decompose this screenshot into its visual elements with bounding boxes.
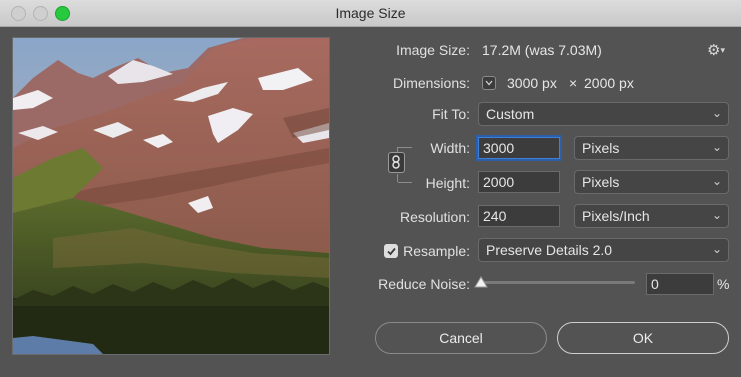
link-icon [392,155,400,169]
dimensions-dropdown-toggle[interactable] [482,76,496,90]
fit-to-select[interactable]: Custom ⌄ [478,102,729,126]
resolution-unit-value: Pixels/Inch [582,208,650,224]
resample-checkbox[interactable] [384,244,398,258]
resolution-label: Resolution: [399,209,470,225]
height-label: Height: [425,175,470,191]
width-field[interactable]: 3000 [478,137,560,159]
chevron-down-icon: ⌄ [711,106,722,120]
reduce-noise-field[interactable]: 0 [646,273,714,295]
landscape-preview-image [13,38,329,354]
fit-to-label: Fit To: [432,106,470,122]
height-field[interactable]: 2000 [478,171,560,193]
chevron-down-icon [485,80,493,86]
resample-value: Preserve Details 2.0 [486,242,613,258]
constrain-proportions-toggle[interactable] [388,152,405,173]
constrain-bracket-bottom [398,182,412,183]
title-bar: Image Size [0,0,741,27]
image-size-label: Image Size: [396,42,470,58]
resample-select[interactable]: Preserve Details 2.0 ⌄ [478,238,729,262]
constrain-bracket-top [398,147,412,148]
checkmark-icon [387,247,396,256]
chevron-down-icon: ⌄ [711,208,722,222]
image-size-dialog: Image Size Image Size: 17.2M (was 7.03M)… [0,0,741,377]
chevron-down-icon: ⌄ [711,242,722,256]
dimensions-height-value: 2000 px [584,75,634,91]
image-preview[interactable] [12,37,330,355]
dimensions-label: Dimensions: [392,75,470,91]
resample-label: Resample: [403,243,470,259]
chevron-down-icon: ⌄ [711,174,722,188]
height-unit-value: Pixels [582,174,620,190]
dimensions-times-sign: × [569,75,578,91]
width-unit-value: Pixels [582,140,620,156]
reduce-noise-slider-thumb[interactable] [474,276,488,288]
constrain-bracket-left-bottom [397,174,398,182]
chevron-down-icon: ⌄ [711,140,722,154]
resolution-field[interactable]: 240 [478,205,560,227]
resolution-unit-select[interactable]: Pixels/Inch ⌄ [574,204,729,228]
gear-icon[interactable]: ⚙▾ [707,41,725,59]
image-size-value: 17.2M (was 7.03M) [482,42,602,58]
reduce-noise-slider-track[interactable] [479,281,635,284]
width-unit-select[interactable]: Pixels ⌄ [574,136,729,160]
fit-to-value: Custom [486,106,535,122]
height-unit-select[interactable]: Pixels ⌄ [574,170,729,194]
cancel-button[interactable]: Cancel [375,322,547,354]
reduce-noise-label: Reduce Noise: [378,276,470,292]
reduce-noise-unit: % [717,276,730,292]
ok-button[interactable]: OK [557,322,729,354]
width-label: Width: [430,140,470,156]
window-title: Image Size [335,5,406,21]
dimensions-width-value: 3000 px [507,75,557,91]
